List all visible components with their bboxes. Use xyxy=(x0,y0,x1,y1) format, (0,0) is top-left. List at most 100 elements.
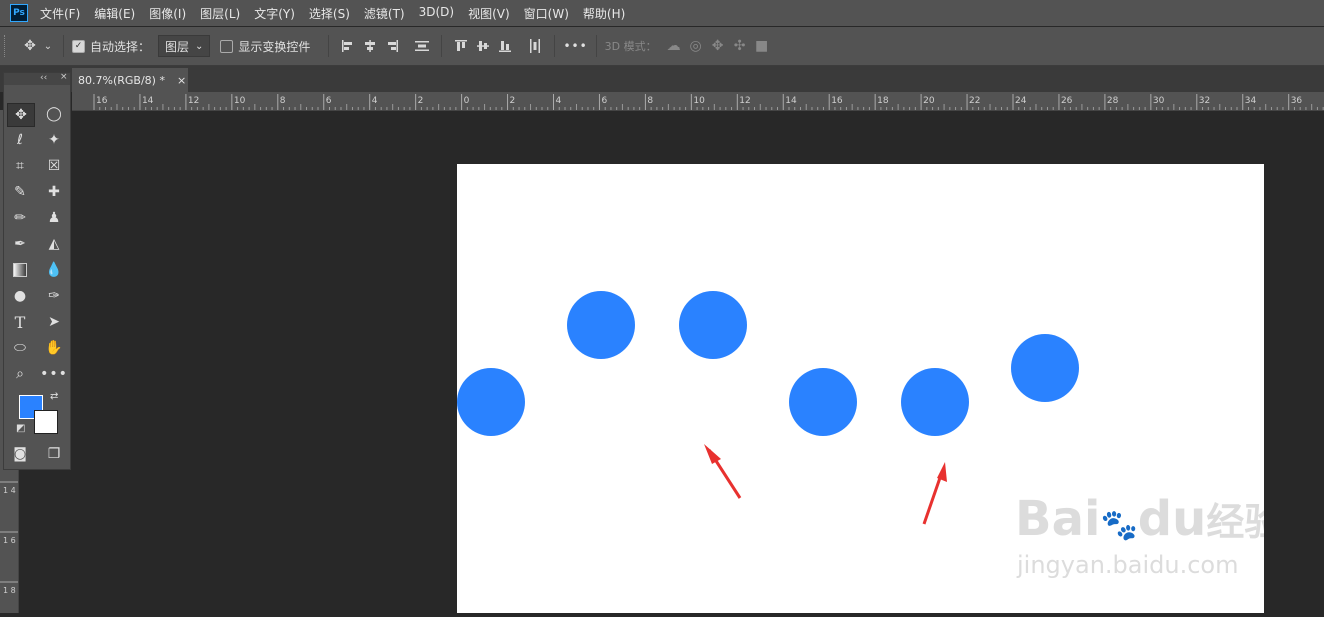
crop-tool-icon[interactable]: ⌗ xyxy=(7,155,33,177)
magic-wand-tool-icon[interactable]: ✦ xyxy=(41,129,67,151)
zoom-tool-icon[interactable]: ⌕ xyxy=(7,363,33,385)
align-vertical-center-icon[interactable] xyxy=(472,35,494,57)
ruler-tick-label: 4 xyxy=(372,96,378,106)
blur-tool-icon[interactable]: 💧 xyxy=(41,259,67,281)
align-horizontal-center-icon[interactable] xyxy=(359,35,381,57)
ruler-tick-label: 16 xyxy=(831,96,843,106)
close-panel-icon[interactable]: × xyxy=(60,72,68,82)
menu-edit[interactable]: 编辑(E) xyxy=(94,5,135,22)
menu-help[interactable]: 帮助(H) xyxy=(583,5,625,22)
tool-preset-chevron-down-icon[interactable]: ⌄ xyxy=(41,35,55,57)
menu-view[interactable]: 视图(V) xyxy=(468,5,510,22)
ruler-tick-label: 32 xyxy=(1199,96,1210,106)
ruler-tick-label: 6 xyxy=(326,96,332,106)
divider xyxy=(63,35,64,57)
menu-layer[interactable]: 图层(L) xyxy=(200,5,240,22)
screen-mode-icon[interactable]: ❐ xyxy=(41,443,67,465)
healing-brush-tool-icon[interactable]: ✚ xyxy=(41,181,67,203)
menu-filter[interactable]: 滤镜(T) xyxy=(364,5,405,22)
auto-select-checkbox[interactable]: ✓ xyxy=(72,39,85,53)
auto-select-target-dropdown[interactable]: 图层 ⌄ xyxy=(158,35,211,57)
menu-type[interactable]: 文字(Y) xyxy=(254,5,295,22)
ruler-tick-label: 6 xyxy=(601,96,607,106)
ruler-tick-label: 14 xyxy=(785,96,797,106)
quick-mask-icon[interactable]: ◙ xyxy=(7,443,33,465)
document-tab-title: 80.7%(RGB/8) * xyxy=(78,73,165,87)
menu-image[interactable]: 图像(I) xyxy=(149,5,186,22)
ruler-tick-label: 18 xyxy=(877,96,889,106)
align-bottom-icon[interactable] xyxy=(494,35,516,57)
swap-colors-icon[interactable]: ⇄ xyxy=(50,391,58,402)
ruler-tick-label: 20 xyxy=(923,96,935,106)
pen-tool-icon[interactable]: ✑ xyxy=(41,285,67,307)
options-grip[interactable] xyxy=(4,35,7,57)
elliptical-marquee-tool-icon[interactable]: ◯ xyxy=(41,103,67,125)
menu-3d[interactable]: 3D(D) xyxy=(419,5,454,22)
menu-items: 文件(F) 编辑(E) 图像(I) 图层(L) 文字(Y) 选择(S) 滤镜(T) 3D(D)… xyxy=(40,5,639,22)
eyedropper-tool-icon[interactable]: ✎ xyxy=(7,181,33,203)
ellipse-tool-icon[interactable]: ⬭ xyxy=(7,337,33,359)
background-color-swatch[interactable] xyxy=(34,410,58,434)
edit-toolbar-icon[interactable]: ••• xyxy=(40,363,67,385)
divider xyxy=(595,35,597,57)
ruler-tick-label: 8 xyxy=(280,96,286,106)
align-left-icon[interactable] xyxy=(337,35,359,57)
ruler-tick-label: 10 xyxy=(693,96,705,106)
eraser-tool-icon[interactable]: ◭ xyxy=(41,233,67,255)
close-tab-icon[interactable]: × xyxy=(177,74,186,87)
ruler-tick-label: 1 4 xyxy=(3,486,16,495)
pan-3d-icon[interactable]: ✥ xyxy=(707,35,729,57)
ruler-tick-label: 2 xyxy=(510,96,516,106)
type-tool-icon[interactable]: T xyxy=(7,311,33,333)
roll-3d-icon[interactable]: ◎ xyxy=(685,35,707,57)
watermark: Bai🐾du经验 jingyan.baidu.com xyxy=(1015,494,1264,579)
menu-window[interactable]: 窗口(W) xyxy=(524,5,569,22)
clone-stamp-tool-icon[interactable]: ♟ xyxy=(41,207,67,229)
divider xyxy=(328,35,330,57)
ruler-tick-label: 28 xyxy=(1107,96,1119,106)
scale-3d-camera-icon[interactable]: ■ xyxy=(751,35,773,57)
align-top-icon[interactable] xyxy=(450,35,472,57)
show-transform-label: 显示变换控件 xyxy=(238,39,311,54)
photoshop-logo-icon: Ps xyxy=(10,4,28,22)
frame-tool-icon[interactable]: ☒ xyxy=(41,155,67,177)
ruler-tick-label: 8 xyxy=(647,96,653,106)
ruler-tick-label: 1 8 xyxy=(3,586,16,595)
collapse-panel-icon[interactable]: ‹‹ xyxy=(40,73,47,83)
tools-panel-header[interactable]: ‹‹ × xyxy=(4,72,70,85)
chevron-down-icon: ⌄ xyxy=(195,40,204,52)
hand-tool-icon[interactable]: ✋ xyxy=(41,337,67,359)
menu-select[interactable]: 选择(S) xyxy=(309,5,350,22)
ruler-tick-label: 4 xyxy=(556,96,562,106)
align-right-icon[interactable] xyxy=(381,35,403,57)
brush-tool-icon[interactable]: ✏ xyxy=(7,207,33,229)
move-tool-icon[interactable]: ✥ xyxy=(19,35,41,57)
options-bar: ✥ ⌄ ✓ 自动选择： 图层 ⌄ 显示变换控件 ••• 3D 模式： ☁ ◎ ✥… xyxy=(0,27,1324,66)
red-arrow-icon xyxy=(704,444,742,499)
history-brush-tool-icon[interactable]: ✒ xyxy=(7,233,33,255)
tools-panel: ‹‹ × ✥ ◯ ℓ ✦ ⌗ ☒ ✎ ✚ ✏ ♟ ✒ ◭ 💧 ● ✑ T ➤ ⬭… xyxy=(3,72,71,470)
document-tab-row: 80.7%(RGB/8) * × xyxy=(0,66,1324,92)
slide-3d-icon[interactable]: ✣ xyxy=(729,35,751,57)
gradient-tool-icon[interactable] xyxy=(7,259,33,281)
watermark-paw-icon: 🐾 xyxy=(1100,508,1138,543)
auto-select-target-value: 图层 xyxy=(165,39,190,54)
divider xyxy=(441,35,443,57)
document-canvas[interactable]: Bai🐾du经验 jingyan.baidu.com xyxy=(457,164,1264,613)
ruler-tick-label: 0 xyxy=(464,96,470,106)
distribute-horizontal-icon[interactable] xyxy=(524,35,546,57)
ruler-horizontal[interactable]: 16 14 12 10 8 6 4 2 0 2 4 6 8 10 12 14 16 18 20 22 24 26 28 30 3… xyxy=(72,92,1324,111)
path-selection-tool-icon[interactable]: ➤ xyxy=(41,311,67,333)
menu-file[interactable]: 文件(F) xyxy=(40,5,80,22)
move-tool-icon[interactable]: ✥ xyxy=(7,103,35,127)
ruler-tick-label: 12 xyxy=(739,96,750,106)
show-transform-checkbox[interactable] xyxy=(220,39,234,53)
document-tab[interactable]: 80.7%(RGB/8) * × xyxy=(72,68,188,92)
ruler-tick-label: 26 xyxy=(1061,96,1073,106)
orbit-3d-icon[interactable]: ☁ xyxy=(663,35,685,57)
more-options-button[interactable]: ••• xyxy=(563,39,587,53)
distribute-vertical-icon[interactable] xyxy=(411,35,433,57)
dodge-tool-icon[interactable]: ● xyxy=(7,285,33,307)
lasso-tool-icon[interactable]: ℓ xyxy=(7,129,33,151)
default-colors-icon[interactable]: ◩ xyxy=(16,423,25,434)
